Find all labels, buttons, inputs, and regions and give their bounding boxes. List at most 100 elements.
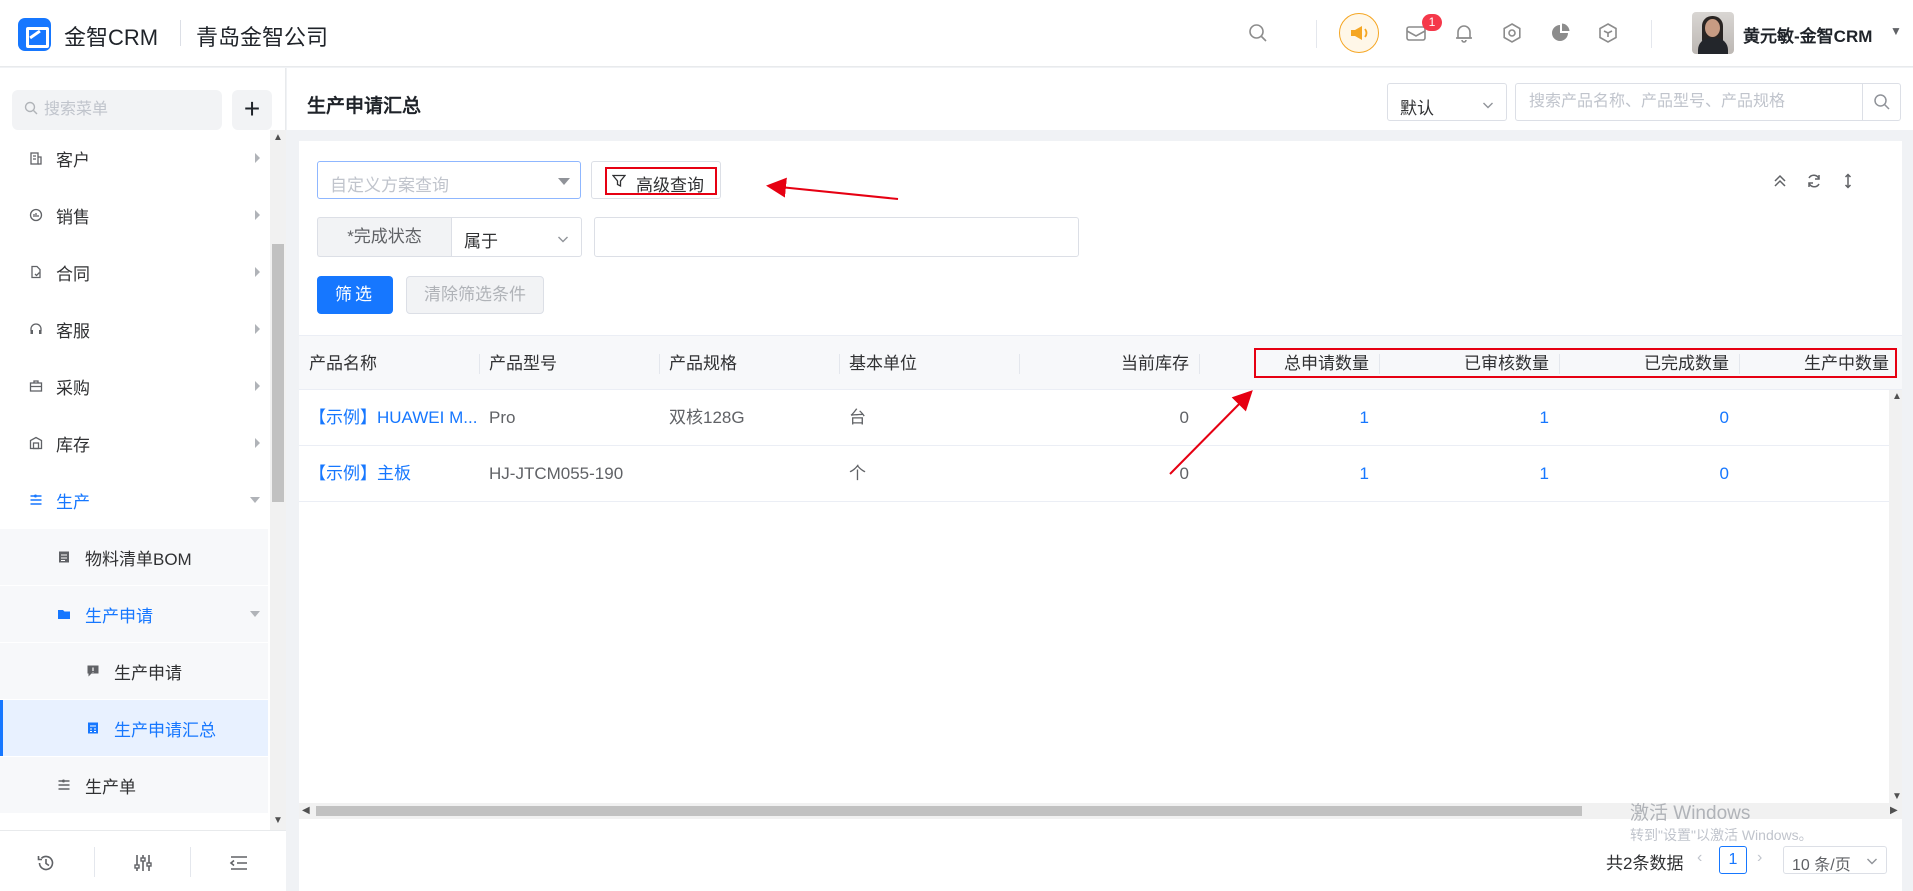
cell-product-name[interactable]: 【示例】HUAWEI M... (309, 390, 479, 446)
cell-approved[interactable]: 1 (1379, 446, 1549, 502)
chevron-right-icon[interactable]: › (1757, 849, 1762, 867)
sidebar-item-label: 库存 (56, 435, 90, 455)
sidebar-item-label: 客户 (56, 150, 90, 170)
sidebar-item-sales[interactable]: 销售 (0, 187, 268, 243)
scroll-down-icon[interactable]: ▼ (1892, 791, 1902, 802)
sidebar-item-production-request-summary[interactable]: 生产申请汇总 (0, 700, 268, 756)
caret-down-icon[interactable]: ▼ (1890, 24, 1902, 38)
sidebar-item-production-order[interactable]: 生产单 (0, 757, 268, 813)
company-name[interactable]: 青岛金智公司 (196, 20, 328, 52)
cell-total-requested[interactable]: 1 (1199, 390, 1369, 446)
pagination-current-page[interactable]: 1 (1719, 846, 1747, 874)
chevron-down-icon (1866, 854, 1878, 872)
pagination-total: 共2条数据 (1606, 854, 1684, 873)
menu-search-input[interactable] (44, 90, 214, 130)
page-header: 生产申请汇总 默认 (287, 68, 1913, 130)
menu-search[interactable] (12, 90, 222, 130)
product-search-input[interactable] (1517, 85, 1847, 119)
menu-list: 客户 销售 合同 客服 采购 库存 生产 物料清单BOM 生产申请 生产申请 生… (0, 130, 268, 890)
speaker-icon[interactable] (1339, 13, 1379, 53)
sidebar-scrollbar-thumb[interactable] (272, 244, 284, 502)
cell-product-spec: 双核128G (669, 408, 745, 427)
search-icon[interactable] (1245, 20, 1271, 46)
annotation-box-advanced-query (605, 167, 717, 195)
footer-divider (94, 847, 95, 877)
sidebar-footer (0, 830, 286, 891)
column-header-product-spec[interactable]: 产品规格 (669, 336, 737, 391)
sidebar-item-customer[interactable]: 客户 (0, 130, 268, 186)
avatar[interactable] (1692, 12, 1734, 54)
sidebar-item-bom[interactable]: 物料清单BOM (0, 529, 268, 585)
column-header-current-stock[interactable]: 当前库存 (1019, 336, 1189, 391)
sidebar-item-service[interactable]: 客服 (0, 301, 268, 357)
pie-chart-icon[interactable] (1547, 20, 1573, 46)
cell-approved[interactable]: 1 (1379, 390, 1549, 446)
sidebar-item-label: 客服 (56, 321, 90, 341)
chevron-left-icon[interactable]: ‹ (1697, 849, 1702, 867)
settings-sliders-icon[interactable] (131, 851, 155, 875)
chevron-right-icon (255, 381, 260, 391)
scroll-right-icon[interactable]: ▶ (1890, 805, 1898, 816)
refresh-icon[interactable] (1804, 171, 1824, 191)
table-row[interactable]: 【示例】主板 HJ-JTCM055-190 个 0 1 1 0 (299, 446, 1889, 502)
scroll-up-icon[interactable]: ▲ (273, 132, 283, 143)
sidebar-item-contract[interactable]: 合同 (0, 244, 268, 300)
row-height-icon[interactable] (1838, 171, 1858, 191)
chevron-right-icon (255, 267, 260, 277)
scheme-select[interactable]: 自定义方案查询 (317, 161, 581, 199)
table-horizontal-scrollbar-thumb[interactable] (316, 806, 1582, 816)
page-size-select[interactable]: 10 条/页 (1783, 846, 1887, 874)
chevron-down-icon (250, 611, 260, 617)
header-separator (1316, 20, 1317, 48)
bell-icon[interactable] (1451, 20, 1477, 46)
view-select[interactable]: 默认 (1387, 83, 1507, 121)
sidebar-item-label: 生产申请 (114, 663, 182, 683)
condition-label: *完成状态 (317, 217, 451, 257)
column-header-product-name[interactable]: 产品名称 (309, 336, 377, 391)
scroll-down-icon[interactable]: ▼ (273, 815, 283, 826)
document-icon (56, 549, 72, 565)
product-search (1515, 83, 1901, 121)
scroll-left-icon[interactable]: ◀ (302, 805, 310, 816)
warehouse-icon (28, 435, 44, 451)
sidebar-item-production[interactable]: 生产 (0, 472, 268, 528)
condition-value-input[interactable] (594, 217, 1079, 257)
headset-icon (28, 321, 44, 337)
cube-icon[interactable] (1595, 20, 1621, 46)
cell-product-model: Pro (489, 408, 516, 427)
collapse-up-icon[interactable] (1770, 171, 1790, 191)
scroll-up-icon[interactable]: ▲ (1892, 391, 1902, 402)
page-size-value: 10 条/页 (1792, 857, 1851, 874)
sales-icon (28, 207, 44, 223)
filter-button[interactable]: 筛选 (317, 276, 393, 314)
column-header-base-unit[interactable]: 基本单位 (849, 336, 917, 391)
windows-watermark-title: 激活 Windows (1630, 803, 1751, 824)
footer-divider (190, 847, 191, 877)
condition-operator-value: 属于 (464, 232, 498, 251)
collapse-menu-icon[interactable] (227, 851, 251, 875)
cell-completed[interactable]: 0 (1559, 390, 1729, 446)
search-icon[interactable] (1862, 84, 1900, 120)
sidebar-item-purchase[interactable]: 采购 (0, 358, 268, 414)
folder-icon (56, 606, 72, 622)
cell-product-name[interactable]: 【示例】主板 (309, 446, 479, 502)
cell-total-requested[interactable]: 1 (1199, 446, 1369, 502)
chevron-down-icon (250, 497, 260, 503)
gear-icon[interactable] (1499, 20, 1525, 46)
building-icon (28, 150, 44, 166)
history-icon[interactable] (34, 851, 58, 875)
condition-operator-select[interactable]: 属于 (451, 217, 582, 257)
cell-completed[interactable]: 0 (1559, 446, 1729, 502)
column-header-product-model[interactable]: 产品型号 (489, 336, 557, 391)
cell-base-unit: 个 (849, 464, 866, 483)
sidebar-item-inventory[interactable]: 库存 (0, 415, 268, 471)
username[interactable]: 黄元敏-金智CRM (1743, 22, 1872, 47)
sidebar-item-production-request-group[interactable]: 生产申请 (0, 586, 268, 642)
header-divider (180, 20, 181, 46)
clear-filters-button[interactable]: 清除筛选条件 (406, 276, 544, 314)
table-row[interactable]: 【示例】HUAWEI M... Pro 双核128G 台 0 1 1 0 (299, 390, 1889, 446)
caret-down-icon (558, 178, 570, 185)
sidebar-item-production-request[interactable]: 生产申请 (0, 643, 268, 699)
add-button[interactable]: + (232, 90, 272, 130)
table-vertical-scrollbar[interactable] (1889, 390, 1902, 803)
